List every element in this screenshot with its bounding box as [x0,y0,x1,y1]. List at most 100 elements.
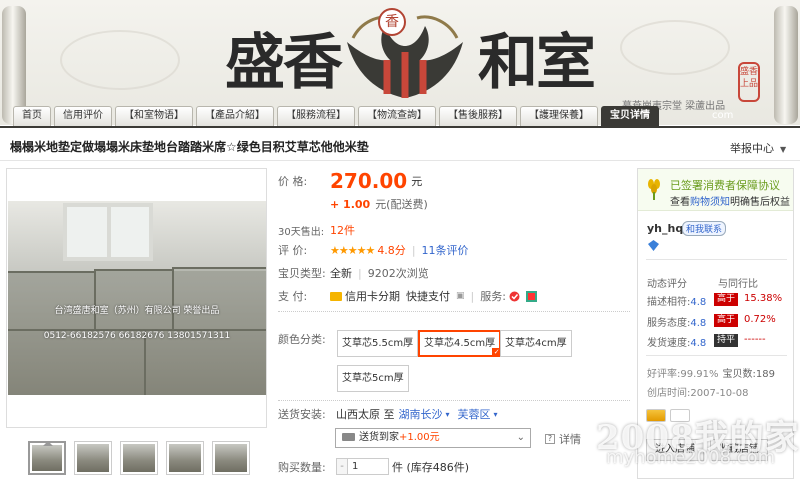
guarantee-icon[interactable] [509,291,520,302]
wheat-icon [648,179,660,200]
credit-card-icon [330,291,342,301]
red-seal-stamp: 盛香上品 [738,62,760,102]
service-label: 服务: [480,290,506,303]
dsr-value: 4.8 [690,338,707,349]
dsr-label: 服务态度: [647,318,691,329]
pay-more-icon[interactable]: ▣ [456,291,465,301]
cloud-decoration [60,30,180,90]
thumbnail[interactable] [166,441,204,475]
credit-installment[interactable]: 信用卡分期 [345,288,400,304]
separator: | [470,289,475,303]
delivery-district-select[interactable]: 芙蓉区 [458,406,491,422]
sku-option[interactable]: 艾草芯5cm厚 [337,365,409,392]
dsr-row: 发货速度:4.8 [647,334,706,349]
report-center-link[interactable]: 举报中心 ▼ [730,140,786,156]
thumbnail[interactable] [74,441,112,475]
tab-care[interactable]: 【護理保養】 [520,106,598,126]
shipping-fee: + 1.00 [330,197,371,211]
tab-item-details[interactable]: 宝贝详情 [601,106,659,126]
guarantee-pre: 查看 [670,197,690,208]
dsr-value: 4.8 [690,297,707,308]
review-count-link[interactable]: 11条评价 [422,242,469,258]
dsr-compare: 与同行比 [718,279,758,290]
dsr-value: 4.8 [690,318,707,329]
main-product-image[interactable]: 台湾盛唐和室（苏州）有限公司 荣誉出品 0512-66182576 661826… [6,168,267,428]
sku-option[interactable]: 艾草芯4cm厚 [500,330,572,357]
separator: | [358,266,362,280]
qty-minus-button[interactable]: - [337,459,348,474]
dsr-row: 描述相符:4.8 [647,293,706,308]
tab-service-flow[interactable]: 【服務流程】 [277,106,355,126]
details-link[interactable]: 详情 [559,431,581,447]
shop-stats: 好评率:99.91% 宝贝数:189 [647,365,775,380]
dsr-title: 动态评分 [647,279,687,290]
view-count: 9202次浏览 [367,267,429,280]
dsr-badge: 高于 [714,314,738,327]
delivery-label: 送货安装: [278,408,326,421]
delivery-option: 送货到家 [359,432,399,443]
tab-story[interactable]: 【和室物语】 [115,106,193,126]
dsr-badge: 高于 [714,293,738,306]
dsr-label: 描述相符: [647,297,691,308]
contact-seller-button[interactable]: 和我联系 [682,221,727,236]
credit-diamond-icon [648,240,659,251]
photo-overlay-phones: 0512-66182576 66182676 13801571311 [43,331,231,341]
delivery-from: 山西太原 至 [336,408,395,421]
room-photo: 台湾盛唐和室（苏州）有限公司 荣誉出品 0512-66182576 661826… [8,201,266,395]
photo-mat [94,269,174,331]
separator: | [411,243,416,257]
tab-reviews[interactable]: 信用评价 [54,106,112,126]
qty-input[interactable]: 1 [348,459,388,474]
qty-label: 购买数量: [278,460,326,474]
guarantee-text: 已签署消费者保障协议 [670,179,780,192]
product-title: 榻榻米地垫定做塌塌米床垫地台踏踏米席☆绿色目积艾草芯他他米垫 [10,140,369,154]
quantity-stepper[interactable]: - 1 [336,458,389,475]
shop-nav: 首页 信用评价 【和室物语】 【產品介紹】 【服務流程】 【物流查詢】 【售後服… [13,106,659,126]
price-label: 价 格: [278,175,308,188]
tab-home[interactable]: 首页 [13,106,51,126]
brand-name-right: 和室 [478,28,596,98]
divider [278,400,630,401]
report-label: 举报中心 [730,142,774,155]
item-count: 宝贝数:189 [722,369,775,380]
chevron-down-icon[interactable]: ▾ [446,410,450,419]
guarantee-box: 已签署消费者保障协议 查看购物须知明确售后权益 [638,169,793,211]
tab-logistics[interactable]: 【物流查詢】 [358,106,436,126]
sold-count: 12件 [330,224,355,237]
brand-name-left: 盛香 [225,28,343,98]
tab-products[interactable]: 【產品介紹】 [196,106,274,126]
thumbnail[interactable] [120,441,158,475]
chevron-down-icon: ▼ [780,145,787,154]
seller-nick[interactable]: yh_hq [647,222,683,235]
divider [0,160,800,161]
rating-score: 4.8分 [377,244,406,257]
thumbnail-strip [28,441,250,475]
dsr-percent: ------ [744,334,766,345]
dsr-percent: 0.72% [744,314,776,325]
tab-after-sales[interactable]: 【售後服務】 [439,106,517,126]
type-value: 全新 [330,267,352,280]
dsr-percent: 15.38% [744,293,783,304]
guarantee-post: 明确售后权益 [730,197,790,208]
shopping-notice-link[interactable]: 购物须知 [690,197,730,208]
thumbnail[interactable] [28,441,66,475]
quick-pay[interactable]: 快捷支付 [406,288,450,304]
watermark-url: myhome2008.com [606,447,776,468]
help-icon[interactable]: ? [545,434,555,444]
delivery-fee: +1.00元 [399,432,440,443]
rating-label: 评 价: [278,244,308,257]
pay-label: 支 付: [278,290,308,303]
price-value: 270.00 [330,169,408,193]
chevron-down-icon[interactable]: ▾ [494,410,498,419]
divider [646,355,787,356]
service-badge-icon[interactable] [525,290,537,302]
delivery-city-select[interactable]: 湖南长沙 [399,406,443,422]
sku-option[interactable]: 艾草芯5.5cm厚 [337,330,419,357]
thumbnail[interactable] [212,441,250,475]
delivery-method-select[interactable]: 送货到家+1.00元 ⌄ [335,428,531,448]
price-unit: 元 [411,175,423,188]
nav-extra-text: com [712,110,734,121]
dsr-label: 发货速度: [647,338,691,349]
sku-option-selected[interactable]: 艾草芯4.5cm厚 [418,330,502,357]
truck-icon [342,433,355,441]
